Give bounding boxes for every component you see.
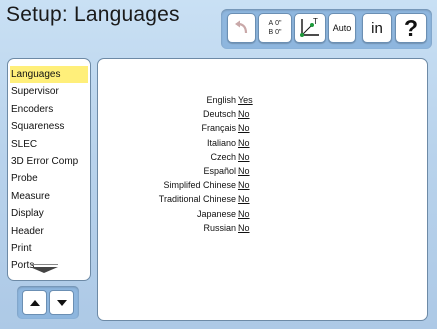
language-row-italiano: Italiano No [98,136,427,150]
sidebar-item-3d-error-comp[interactable]: 3D Error Comp [8,153,90,170]
datum-button[interactable]: T [294,13,326,43]
datum-label: T [313,17,318,26]
axis-b-value: 0" [275,29,282,36]
axis-a-label: A [268,20,274,27]
language-row-deutsch: Deutsch No [98,107,427,121]
sidebar-item-display[interactable]: Display [8,205,90,222]
menu-navigation [17,286,79,319]
unit-toggle-button[interactable]: in [362,13,392,43]
sidebar-item-header[interactable]: Header [8,223,90,240]
language-row-simplified-chinese: Simplifed Chinese No [98,178,427,192]
setup-menu: Languages Supervisor Encoders Squareness… [7,58,91,281]
language-name: Français [201,123,236,134]
language-name: Czech [210,151,236,162]
help-button[interactable]: ? [395,13,427,43]
language-toggle[interactable]: No [238,136,250,150]
language-name: English [206,95,236,105]
language-toggle[interactable]: Yes [238,93,253,107]
language-toggle[interactable]: No [238,121,250,135]
language-name: Simplifed Chinese [163,180,236,191]
sidebar-item-print[interactable]: Print [8,240,90,257]
language-row-japanese: Japanese No [98,207,427,221]
language-row-english: English Yes [98,93,427,107]
language-list: English Yes Deutsch No Français No Itali… [98,93,427,235]
page-up-button[interactable] [22,290,47,315]
language-row-russian: Russian No [98,221,427,235]
page-down-button[interactable] [49,290,74,315]
sidebar-item-slec[interactable]: SLEC [8,136,90,153]
language-toggle[interactable]: No [238,164,250,178]
language-name: Russian [203,222,236,233]
up-arrow-icon [29,299,40,306]
axis-b-label: B [268,29,274,36]
sidebar-item-probe[interactable]: Probe [8,170,90,187]
language-row-czech: Czech No [98,150,427,164]
language-name: Traditional Chinese [158,194,236,205]
toolbar: A B 0" 0" T Auto in ? [221,9,432,49]
axis-readout-button[interactable]: A B 0" 0" [258,13,292,43]
language-toggle[interactable]: No [238,178,250,192]
sidebar-item-measure[interactable]: Measure [8,188,90,205]
undo-arrow-icon [234,20,247,34]
auto-button[interactable]: Auto [328,13,356,43]
down-arrow-icon [56,299,67,306]
datum-axes-icon: T [300,17,319,37]
sidebar-item-encoders[interactable]: Encoders [8,101,90,118]
sidebar-item-supervisor[interactable]: Supervisor [8,83,90,100]
language-row-traditional-chinese: Traditional Chinese No [98,192,427,206]
languages-panel: English Yes Deutsch No Français No Itali… [97,58,428,321]
sidebar-item-languages[interactable]: Languages [10,66,88,84]
language-toggle[interactable]: No [238,150,250,164]
language-name: Italiano [206,137,236,148]
axis-a-value: 0" [275,20,282,27]
undo-button[interactable] [227,13,256,43]
scroll-down-arrow-icon[interactable] [30,267,58,273]
language-name: Japanese [196,208,236,219]
scroll-indicator-line [30,264,58,265]
language-toggle[interactable]: No [238,192,250,206]
sidebar-item-squareness[interactable]: Squareness [8,118,90,135]
page-title: Setup: Languages [6,3,180,26]
language-toggle[interactable]: No [238,207,250,221]
language-row-francais: Français No [98,121,427,135]
language-toggle[interactable]: No [238,107,250,121]
language-name: Español [203,165,236,176]
language-name: Deutsch [202,109,236,120]
language-row-espanol: Español No [98,164,427,178]
setup-screen: Setup: Languages A B 0" 0" T Auto in ? L… [0,0,437,329]
language-toggle[interactable]: No [238,221,250,235]
